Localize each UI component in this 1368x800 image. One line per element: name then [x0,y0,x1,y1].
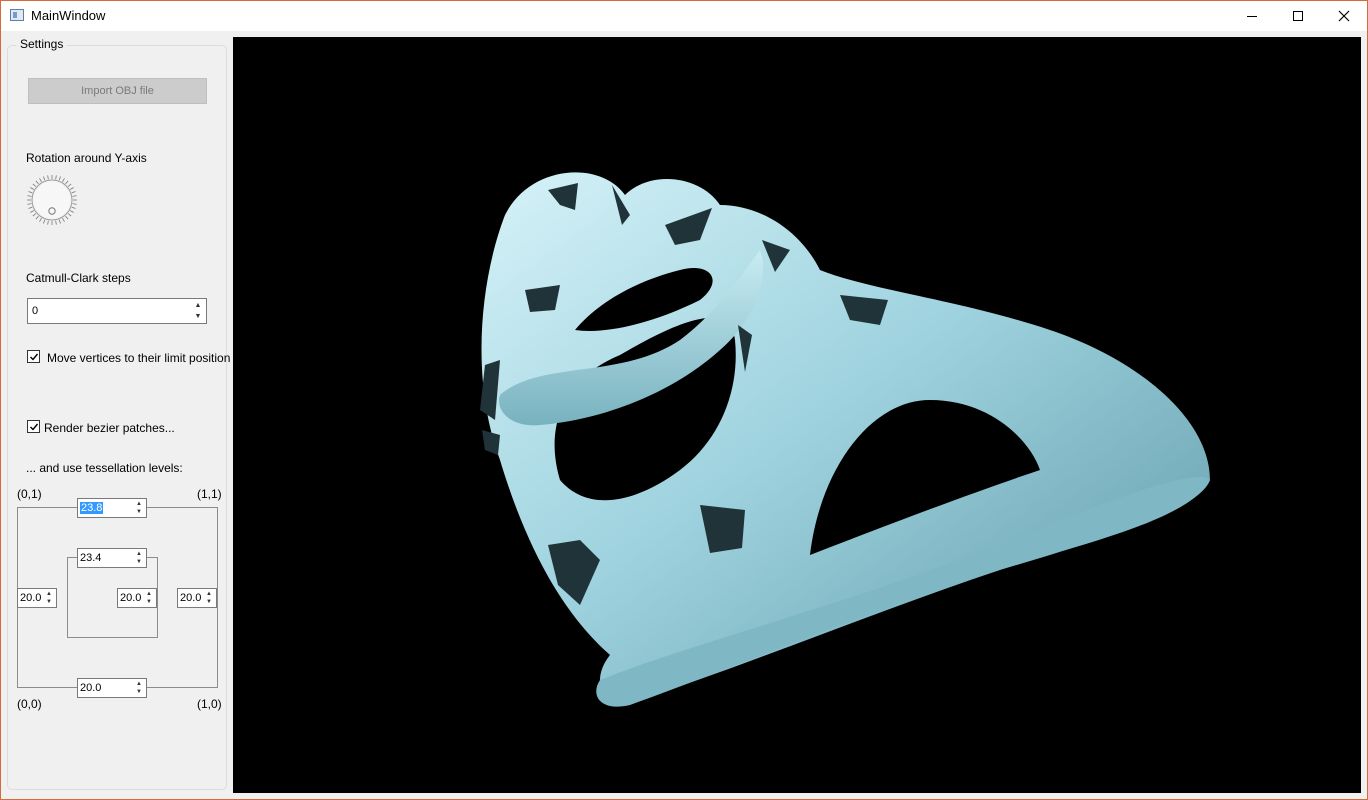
checkmark-icon [30,423,39,431]
dial-tick [30,210,35,213]
bezier-patches-checkbox[interactable] [27,420,40,433]
minimize-icon [1247,15,1257,17]
dial-tick [72,203,77,205]
spin-up-icon[interactable]: ▲ [133,680,145,688]
outer-left-spinbox[interactable]: 20.0 ▲ ▼ [17,588,57,608]
spin-down-icon[interactable]: ▼ [203,598,215,606]
dial-tick [28,206,33,209]
dial-tick [71,191,76,194]
dial-tick [47,220,49,225]
spin-up-icon[interactable]: ▲ [133,550,145,558]
model-render [480,172,1211,707]
spin-down-icon[interactable]: ▼ [133,688,145,696]
dial-tick [62,217,65,222]
title-bar[interactable]: MainWindow [1,1,1367,31]
dial-tick [43,176,46,181]
spin-down-icon[interactable]: ▼ [191,311,205,322]
outer-bottom-spinbox[interactable]: 20.0 ▲ ▼ [77,678,147,698]
dial-tick [39,178,42,183]
checkmark-icon [30,353,39,361]
dial-tick [55,175,57,180]
corner-label-1-1: (1,1) [197,487,222,501]
dial-tick [65,215,69,220]
spin-down-icon[interactable]: ▼ [43,598,55,606]
dial-tick [27,203,32,205]
dial-tick [58,219,61,224]
spin-up-icon[interactable]: ▲ [133,500,145,508]
dial-tick [43,219,46,224]
corner-label-1-0: (1,0) [197,697,222,711]
dial-tick [30,187,35,190]
minimize-button[interactable] [1229,1,1275,31]
corner-label-0-1: (0,1) [17,487,42,501]
settings-group-title: Settings [16,37,68,51]
limit-position-checkbox[interactable] [27,350,40,363]
dial-tick [32,183,37,187]
outer-top-value: 23.8 [80,502,104,514]
spin-down-icon[interactable]: ▼ [143,598,155,606]
limit-position-label: Move vertices to their limit position [47,351,231,365]
spin-down-icon[interactable]: ▼ [133,508,145,516]
dial-tick [62,178,65,183]
dial-tick [39,217,42,222]
dial-tick [58,176,61,181]
maximize-button[interactable] [1275,1,1321,31]
spin-up-icon[interactable]: ▲ [143,590,155,598]
rotation-label: Rotation around Y-axis [26,151,147,165]
dial-tick [27,195,32,197]
import-obj-button[interactable]: Import OBJ file [28,78,207,104]
dial-tick [35,180,39,185]
opengl-viewport[interactable] [233,37,1361,793]
inner-right-spinbox[interactable]: 20.0 ▲ ▼ [117,588,157,608]
maximize-icon [1293,11,1303,21]
catmull-clark-value: 0 [32,305,39,317]
dial-tick [69,187,74,190]
catmull-clark-label: Catmull-Clark steps [26,271,131,285]
dial-tick [67,213,72,217]
app-icon [10,9,24,21]
outer-right-value: 20.0 [180,592,202,604]
bezier-patches-label: Render bezier patches... [44,421,175,435]
dial-tick [47,175,49,180]
dial-tick [72,195,77,197]
close-button[interactable] [1321,1,1367,31]
spin-down-icon[interactable]: ▼ [133,558,145,566]
rotation-dial[interactable] [26,174,78,226]
outer-left-value: 20.0 [20,592,42,604]
inner-top-value: 23.4 [80,552,102,564]
dial-tick [32,213,37,217]
dial-tick [35,215,39,220]
outer-right-spinbox[interactable]: 20.0 ▲ ▼ [177,588,217,608]
dial-tick [67,183,72,187]
spin-up-icon[interactable]: ▲ [203,590,215,598]
catmull-clark-spinbox[interactable]: 0 ▲ ▼ [27,298,207,324]
outer-top-spinbox[interactable]: 23.8 ▲ ▼ [77,498,147,518]
spin-up-icon[interactable]: ▲ [191,300,205,311]
dial-tick [71,206,76,209]
dial-tick [28,191,33,194]
window-title: MainWindow [31,8,106,23]
dial-tick [55,220,57,225]
dial-tick [69,210,74,213]
inner-right-value: 20.0 [120,592,142,604]
corner-label-0-0: (0,0) [17,697,42,711]
tessellation-label: ... and use tessellation levels: [26,461,183,475]
spin-up-icon[interactable]: ▲ [43,590,55,598]
close-icon [1338,10,1350,22]
dial-tick [65,180,69,185]
outer-bottom-value: 20.0 [80,682,102,694]
inner-top-spinbox[interactable]: 23.4 ▲ ▼ [77,548,147,568]
